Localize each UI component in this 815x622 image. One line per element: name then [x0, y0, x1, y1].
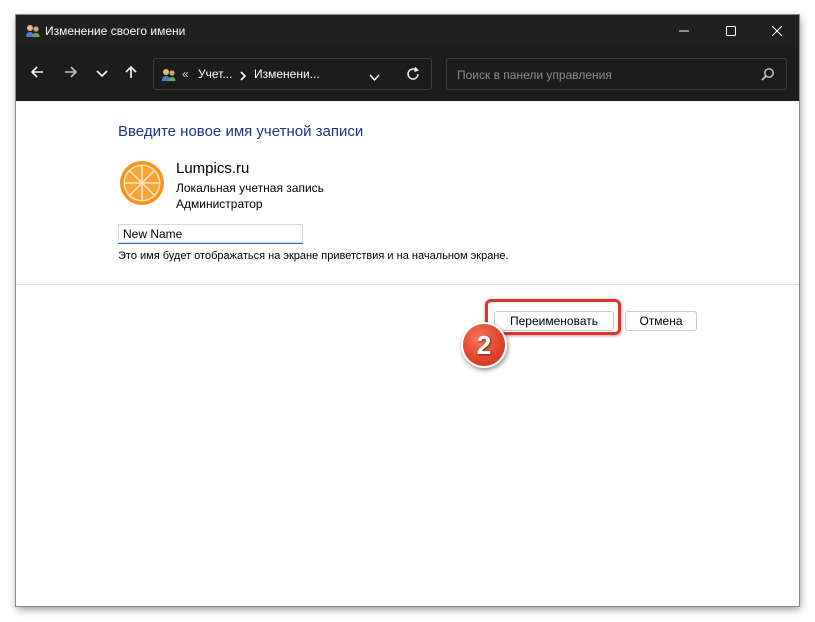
recent-locations-button[interactable] — [90, 64, 114, 84]
new-name-input[interactable] — [118, 224, 303, 244]
breadcrumb-user-accounts[interactable]: Учет... — [198, 67, 232, 81]
navigation-bar: « Учет... Изменени... — [16, 47, 799, 101]
account-type: Локальная учетная запись — [176, 181, 324, 195]
orange-slice-avatar-icon — [119, 160, 165, 206]
divider — [16, 284, 799, 285]
content-area: Введите новое имя учетной записи Lumpics… — [16, 101, 799, 606]
users-control-panel-icon — [161, 67, 177, 88]
dialog-window: Изменение своего имени « Учет... Изменен… — [16, 15, 799, 606]
search-box[interactable] — [446, 58, 787, 90]
maximize-button[interactable] — [708, 15, 754, 47]
address-bar[interactable]: « Учет... Изменени... — [153, 58, 432, 90]
refresh-icon[interactable] — [406, 67, 420, 86]
search-input[interactable] — [455, 65, 759, 85]
up-button[interactable] — [119, 64, 143, 84]
account-role: Администратор — [176, 197, 263, 211]
breadcrumb-overflow[interactable]: « — [182, 67, 189, 81]
step-number-badge: 2 — [461, 322, 507, 368]
chevron-down-icon[interactable] — [369, 69, 380, 87]
chevron-right-icon[interactable] — [239, 68, 247, 86]
search-icon[interactable] — [761, 67, 775, 86]
page-title: Введите новое имя учетной записи — [118, 123, 364, 140]
arrow-left-icon — [30, 65, 44, 84]
chevron-down-icon — [96, 65, 108, 83]
users-control-panel-icon — [25, 23, 41, 44]
arrow-up-icon — [124, 65, 138, 84]
breadcrumb-change-name[interactable]: Изменени... — [254, 67, 320, 81]
cancel-button[interactable]: Отмена — [625, 311, 697, 331]
minimize-button[interactable] — [661, 15, 707, 47]
back-button[interactable] — [25, 64, 49, 84]
arrow-right-icon — [64, 65, 78, 84]
close-button[interactable] — [754, 15, 800, 47]
title-bar: Изменение своего имени — [16, 15, 799, 47]
name-hint-text: Это имя будет отображаться на экране при… — [118, 250, 509, 262]
rename-button[interactable]: Переименовать — [494, 311, 614, 331]
window-title: Изменение своего имени — [45, 24, 186, 38]
account-name: Lumpics.ru — [176, 160, 250, 177]
forward-button[interactable] — [59, 64, 83, 84]
